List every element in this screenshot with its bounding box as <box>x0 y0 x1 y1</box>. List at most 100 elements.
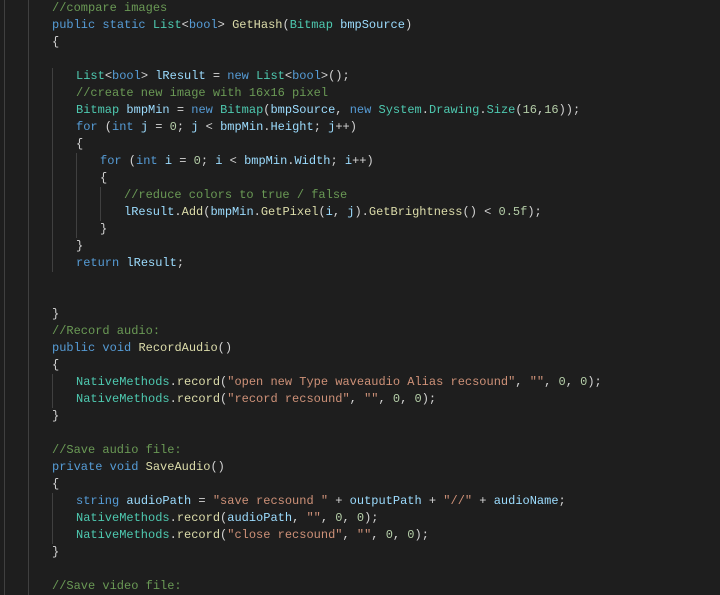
indent-guide <box>28 374 29 391</box>
token: bool <box>112 69 141 83</box>
code-line[interactable]: } <box>4 544 720 561</box>
indent-guide <box>28 68 29 85</box>
token: . <box>422 103 429 117</box>
token: System <box>379 103 422 117</box>
indent-guide <box>52 374 53 391</box>
code-line[interactable] <box>4 272 720 289</box>
token: int <box>112 120 134 134</box>
code-line[interactable]: string audioPath = "save recsound " + ou… <box>4 493 720 510</box>
indent-guide <box>4 306 5 323</box>
token: bmpSource <box>340 18 405 32</box>
indent-guide <box>4 85 5 102</box>
code-line[interactable] <box>4 561 720 578</box>
code-line[interactable]: //Save video file: <box>4 578 720 595</box>
token: , <box>335 103 349 117</box>
code-line[interactable]: //reduce colors to true / false <box>4 187 720 204</box>
token: { <box>52 477 59 491</box>
code-line[interactable]: { <box>4 357 720 374</box>
code-line[interactable]: //Record audio: <box>4 323 720 340</box>
code-line[interactable] <box>4 425 720 442</box>
token: //Record audio: <box>52 324 160 338</box>
code-line[interactable]: //compare images <box>4 0 720 17</box>
indent-guide <box>4 187 5 204</box>
code-line[interactable]: //Save audio file: <box>4 442 720 459</box>
code-line[interactable]: for (int i = 0; i < bmpMin.Width; i++) <box>4 153 720 170</box>
code-line[interactable]: private void SaveAudio() <box>4 459 720 476</box>
code-content: private void SaveAudio() <box>4 460 225 474</box>
indent-guide <box>28 442 29 459</box>
token: () < <box>463 205 499 219</box>
code-line[interactable]: NativeMethods.record(audioPath, "", 0, 0… <box>4 510 720 527</box>
token: Bitmap <box>290 18 333 32</box>
indent-guide <box>28 425 29 442</box>
token: i <box>326 205 333 219</box>
code-line[interactable]: return lResult; <box>4 255 720 272</box>
indent-guide <box>76 153 77 170</box>
token: . <box>170 375 177 389</box>
token: > <box>218 18 232 32</box>
code-line[interactable]: } <box>4 221 720 238</box>
token: Size <box>487 103 516 117</box>
code-content: } <box>4 409 59 423</box>
indent-guide <box>100 204 101 221</box>
token: Bitmap <box>220 103 263 117</box>
token: lResult <box>155 69 205 83</box>
token: GetPixel <box>261 205 319 219</box>
token: 0.5f <box>499 205 528 219</box>
indent-guide <box>28 204 29 221</box>
code-line[interactable]: } <box>4 238 720 255</box>
indent-guide <box>52 527 53 544</box>
code-line[interactable]: public void RecordAudio() <box>4 340 720 357</box>
code-content: for (int j = 0; j < bmpMin.Height; j++) <box>4 120 357 134</box>
token: ++) <box>335 120 357 134</box>
code-line[interactable]: lResult.Add(bmpMin.GetPixel(i, j).GetBri… <box>4 204 720 221</box>
token: Drawing <box>429 103 479 117</box>
token: //create new image with 16x16 pixel <box>76 86 328 100</box>
code-line[interactable]: public static List<bool> GetHash(Bitmap … <box>4 17 720 34</box>
token: void <box>102 341 131 355</box>
code-content: } <box>4 239 83 253</box>
indent-guide <box>28 17 29 34</box>
indent-guide <box>52 153 53 170</box>
token: SaveAudio <box>146 460 211 474</box>
code-line[interactable] <box>4 51 720 68</box>
indent-guide <box>28 527 29 544</box>
code-line[interactable]: NativeMethods.record("close recsound", "… <box>4 527 720 544</box>
code-line[interactable]: //create new image with 16x16 pixel <box>4 85 720 102</box>
code-line[interactable]: NativeMethods.record("record recsound", … <box>4 391 720 408</box>
token: List <box>153 18 182 32</box>
token: , <box>515 375 529 389</box>
code-line[interactable]: NativeMethods.record("open new Type wave… <box>4 374 720 391</box>
token: "//" <box>443 494 472 508</box>
token: lResult <box>126 256 176 270</box>
code-line[interactable] <box>4 289 720 306</box>
code-line[interactable]: { <box>4 476 720 493</box>
code-line[interactable]: { <box>4 136 720 153</box>
indent-guide <box>28 0 29 17</box>
code-line[interactable]: Bitmap bmpMin = new Bitmap(bmpSource, ne… <box>4 102 720 119</box>
code-line[interactable]: } <box>4 306 720 323</box>
token: () <box>218 341 232 355</box>
token: ( <box>283 18 290 32</box>
indent-guide <box>4 391 5 408</box>
indent-guide <box>100 187 101 204</box>
code-line[interactable]: for (int j = 0; j < bmpMin.Height; j++) <box>4 119 720 136</box>
token: 16 <box>523 103 537 117</box>
code-line[interactable]: { <box>4 34 720 51</box>
code-line[interactable]: List<bool> lResult = new List<bool>(); <box>4 68 720 85</box>
indent-guide <box>28 255 29 272</box>
code-editor[interactable]: //compare imagespublic static List<bool>… <box>0 0 720 595</box>
token: + <box>472 494 494 508</box>
code-line[interactable]: } <box>4 408 720 425</box>
token: NativeMethods <box>76 375 170 389</box>
token: List <box>76 69 105 83</box>
indent-guide <box>4 476 5 493</box>
code-line[interactable]: { <box>4 170 720 187</box>
token: )); <box>559 103 581 117</box>
indent-guide <box>28 391 29 408</box>
token: ; <box>314 120 328 134</box>
code-content: { <box>4 35 59 49</box>
indent-guide <box>52 510 53 527</box>
indent-guide <box>28 408 29 425</box>
token: < <box>105 69 112 83</box>
